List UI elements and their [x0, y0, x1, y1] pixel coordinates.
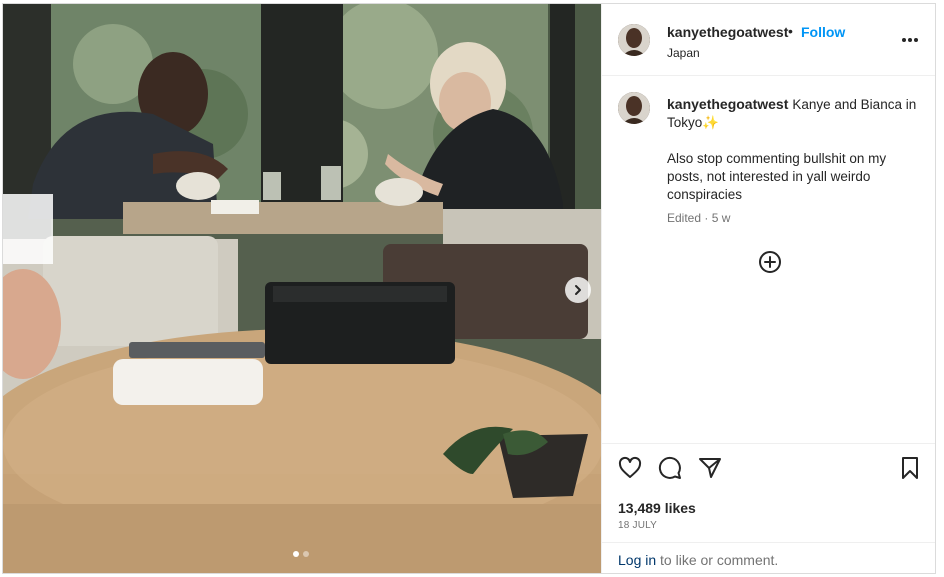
caption-text: kanyethegoatwest Kanye and Bianca in Toky…: [667, 95, 917, 204]
post-sidebar: kanyethegoatwest • Follow Japan kanyethe…: [601, 4, 935, 573]
avatar-image: [618, 92, 650, 124]
edited-timestamp: Edited · 5 w: [667, 211, 731, 225]
chevron-right-icon: [575, 285, 581, 295]
more-options-button[interactable]: [901, 30, 919, 48]
separator-dot: •: [788, 23, 793, 39]
carousel-indicator: [293, 551, 309, 557]
next-photo-button[interactable]: [565, 277, 591, 303]
post-header: kanyethegoatwest • Follow Japan: [602, 4, 935, 76]
login-prompt: Log in to like or comment.: [602, 542, 935, 573]
share-icon: [699, 458, 721, 478]
comment-icon: [658, 456, 681, 479]
avatar-image: [618, 24, 650, 56]
bookmark-icon: [902, 457, 918, 479]
load-more-comments-button[interactable]: [758, 250, 782, 279]
login-prompt-text: to like or comment.: [656, 552, 779, 568]
post-photo: [3, 4, 601, 573]
login-link[interactable]: Log in: [618, 552, 656, 568]
action-bar: [602, 456, 935, 486]
photo-illustration: [3, 4, 601, 573]
carousel-dot-active: [293, 551, 299, 557]
author-username[interactable]: kanyethegoatwest: [667, 24, 788, 40]
caption-username[interactable]: kanyethegoatwest: [667, 96, 788, 112]
caption-section: kanyethegoatwest Kanye and Bianca in Toky…: [602, 76, 935, 444]
more-horizontal-icon: [902, 38, 918, 42]
caption-line-2: Also stop commenting bullshit on my post…: [667, 151, 887, 202]
follow-button[interactable]: Follow: [801, 24, 845, 40]
instagram-post: kanyethegoatwest • Follow Japan kanyethe…: [2, 3, 936, 574]
location-link[interactable]: Japan: [667, 46, 700, 60]
post-date[interactable]: 18 JULY: [618, 520, 657, 531]
share-button[interactable]: [698, 456, 722, 485]
like-button[interactable]: [618, 456, 642, 485]
carousel-dot: [303, 551, 309, 557]
comment-button[interactable]: [658, 456, 682, 485]
avatar[interactable]: [618, 92, 650, 124]
save-button[interactable]: [898, 456, 922, 485]
like-count[interactable]: 13,489 likes: [618, 500, 696, 516]
avatar[interactable]: [618, 24, 650, 56]
plus-circle-icon: [759, 251, 781, 273]
heart-icon: [618, 456, 642, 478]
